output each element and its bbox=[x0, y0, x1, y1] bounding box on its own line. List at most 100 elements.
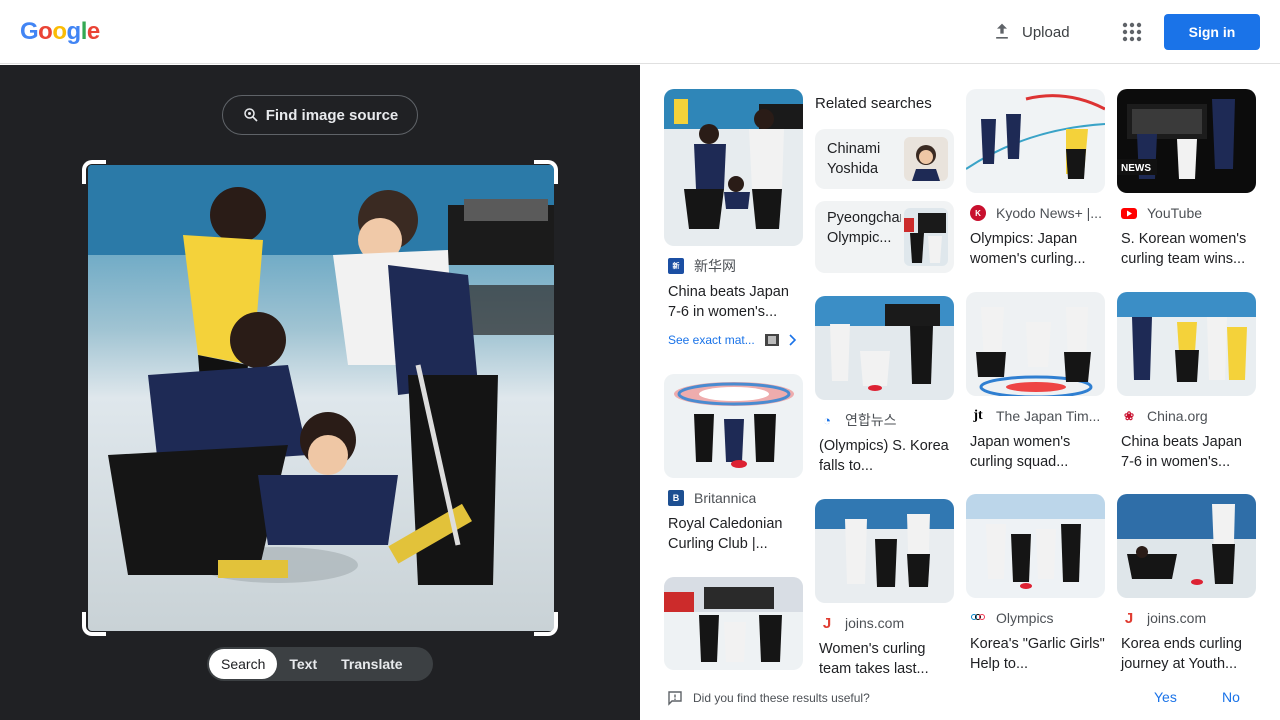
result-thumbnail bbox=[966, 494, 1105, 598]
crop-handle-top-right[interactable] bbox=[534, 160, 558, 184]
result-title: Women's curling team takes last... bbox=[819, 641, 929, 677]
feedback-no-button[interactable]: No bbox=[1222, 689, 1240, 705]
result-source-name: 연합뉴스 bbox=[845, 412, 897, 428]
result-card[interactable]: Olympics Korea's "Garlic Girls" Help to.… bbox=[966, 494, 1105, 674]
exact-match-thumbnail-icon bbox=[764, 334, 779, 346]
google-logo[interactable]: Google bbox=[20, 18, 100, 46]
olympics-icon bbox=[971, 614, 985, 620]
result-card[interactable]: J joins.com Women's curling team takes l… bbox=[815, 499, 954, 679]
result-card[interactable]: K Kyodo News+ |... Olympics: Japan women… bbox=[966, 89, 1105, 269]
related-search-label: Pyeongchang Olympic... bbox=[827, 210, 901, 246]
feedback-question: Did you find these results useful? bbox=[693, 691, 870, 705]
logo-letter: g bbox=[66, 18, 82, 45]
news-badge-text: NEWS bbox=[1121, 163, 1151, 174]
japan-times-icon: jt bbox=[973, 408, 983, 423]
tab-text[interactable]: Text bbox=[277, 649, 329, 679]
result-source: 新 新华网 bbox=[664, 256, 803, 276]
result-title: China beats Japan 7-6 in women's... bbox=[668, 284, 789, 320]
logo-letter: G bbox=[20, 18, 39, 45]
related-searches-title: Related searches bbox=[815, 95, 932, 112]
joins-icon: J bbox=[1124, 609, 1134, 627]
result-source: J joins.com bbox=[1117, 608, 1256, 628]
result-source-name: joins.com bbox=[845, 615, 905, 631]
result-card[interactable]: ❀ China.org China beats Japan 7-6 in wom… bbox=[1117, 292, 1256, 472]
upload-icon bbox=[996, 23, 1008, 39]
result-source-name: Britannica bbox=[694, 490, 757, 506]
xinhua-icon: 新 bbox=[668, 258, 684, 274]
apps-grid-icon[interactable] bbox=[1122, 22, 1142, 42]
result-title: S. Korean women's curling team wins... bbox=[1121, 231, 1247, 267]
result-card[interactable]: J joins.com Korea ends curling journey a… bbox=[1117, 494, 1256, 674]
query-image[interactable] bbox=[88, 165, 554, 631]
related-search-chip[interactable]: Pyeongchang Olympic... bbox=[815, 201, 954, 273]
result-title: Olympics: Japan women's curling... bbox=[970, 231, 1086, 267]
related-search-chip[interactable]: Chinami Yoshida bbox=[815, 129, 954, 189]
find-image-source-button[interactable]: Find image source bbox=[222, 95, 418, 135]
result-source: J joins.com bbox=[815, 613, 954, 633]
result-source: ❀ China.org bbox=[1117, 406, 1256, 426]
tab-translate[interactable]: Translate bbox=[329, 649, 414, 679]
result-title: Korea ends curling journey at Youth... bbox=[1121, 636, 1242, 672]
result-card[interactable]: 新 新华网 China beats Japan 7-6 in women's..… bbox=[664, 89, 803, 322]
yonhap-icon: ◔ bbox=[823, 412, 831, 428]
result-source-name: joins.com bbox=[1147, 610, 1207, 626]
result-thumbnail bbox=[1117, 292, 1256, 396]
result-source-name: China.org bbox=[1147, 408, 1208, 424]
result-thumbnail bbox=[664, 374, 803, 478]
result-source-name: YouTube bbox=[1147, 205, 1203, 221]
feedback-icon bbox=[668, 691, 682, 706]
result-card[interactable]: ◔ 연합뉴스 (Olympics) S. Korea falls to... bbox=[815, 296, 954, 476]
results-panel: 新 新华网 China beats Japan 7-6 in women's..… bbox=[640, 65, 1280, 720]
result-source-name: 新华网 bbox=[694, 258, 736, 274]
related-search-label: Chinami Yoshida bbox=[827, 141, 881, 177]
lens-search-icon bbox=[243, 108, 258, 122]
result-source: K Kyodo News+ |... bbox=[966, 203, 1105, 223]
result-thumbnail bbox=[966, 292, 1105, 396]
feedback-yes-button[interactable]: Yes bbox=[1154, 689, 1177, 705]
feedback-bar: Did you find these results useful? Yes N… bbox=[640, 677, 1280, 720]
result-thumbnail bbox=[815, 296, 954, 400]
result-thumbnail bbox=[815, 499, 954, 603]
crop-handle-bottom-left[interactable] bbox=[82, 612, 106, 636]
result-title: (Olympics) S. Korea falls to... bbox=[819, 438, 949, 474]
result-card[interactable] bbox=[664, 577, 803, 670]
joins-icon: J bbox=[822, 614, 832, 632]
related-search-thumbnail bbox=[904, 208, 948, 266]
result-source: jt The Japan Tim... bbox=[966, 406, 1105, 426]
result-thumbnail bbox=[966, 89, 1105, 193]
logo-letter: o bbox=[52, 18, 67, 45]
sign-in-button[interactable]: Sign in bbox=[1164, 14, 1260, 50]
mode-tabs: Search Text Translate bbox=[207, 647, 433, 681]
see-exact-matches-link[interactable]: See exact mat... bbox=[668, 333, 797, 347]
crop-handle-bottom-right[interactable] bbox=[534, 612, 558, 636]
result-card[interactable]: jt The Japan Tim... Japan women's curlin… bbox=[966, 292, 1105, 472]
youtube-icon bbox=[1121, 208, 1137, 219]
crop-handle-top-left[interactable] bbox=[82, 160, 106, 184]
logo-letter: o bbox=[38, 18, 53, 45]
result-source-name: Kyodo News+ |... bbox=[996, 205, 1102, 221]
china-org-icon: ❀ bbox=[1123, 409, 1135, 423]
result-card[interactable]: NEWS YouTube S. Korean women's curling t… bbox=[1117, 89, 1256, 269]
tab-search[interactable]: Search bbox=[209, 649, 278, 679]
britannica-icon: B bbox=[668, 490, 684, 506]
kyodo-icon: K bbox=[970, 205, 986, 221]
find-image-source-label: Find image source bbox=[265, 106, 399, 124]
top-header: Google Upload Sign in bbox=[0, 0, 1280, 64]
upload-label: Upload bbox=[1022, 23, 1070, 41]
result-card[interactable]: B Britannica Royal Caledonian Curling Cl… bbox=[664, 374, 803, 554]
result-thumbnail: NEWS bbox=[1117, 89, 1256, 193]
result-source: YouTube bbox=[1117, 203, 1256, 223]
result-title: Royal Caledonian Curling Club |... bbox=[668, 516, 783, 552]
see-exact-matches-label: See exact mat... bbox=[668, 333, 755, 347]
result-title: Japan women's curling squad... bbox=[970, 434, 1071, 470]
result-source-name: Olympics bbox=[996, 610, 1054, 626]
result-thumbnail bbox=[664, 89, 803, 246]
related-search-thumbnail bbox=[904, 137, 948, 181]
result-title: Korea's "Garlic Girls" Help to... bbox=[970, 636, 1105, 672]
result-source: Olympics bbox=[966, 608, 1105, 628]
logo-letter: e bbox=[86, 18, 100, 45]
result-source-name: The Japan Tim... bbox=[996, 408, 1101, 424]
query-image-panel: Find image source Search Text Translate bbox=[0, 65, 640, 720]
upload-button[interactable]: Upload bbox=[992, 20, 1070, 44]
chevron-right-icon bbox=[789, 334, 796, 346]
